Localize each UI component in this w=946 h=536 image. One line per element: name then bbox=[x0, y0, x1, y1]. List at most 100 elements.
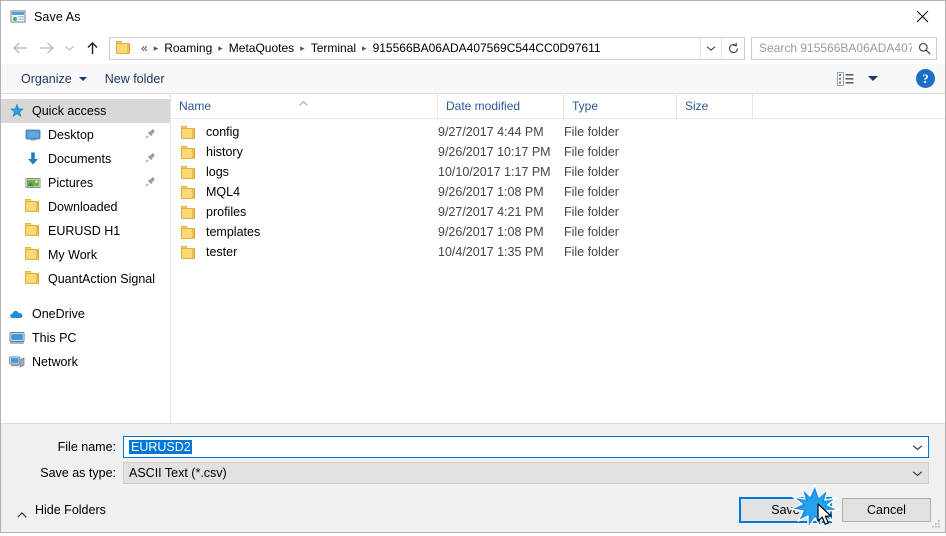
refresh-icon[interactable] bbox=[721, 37, 744, 59]
pin-icon[interactable] bbox=[145, 128, 156, 142]
sidebar-item-label: Downloaded bbox=[48, 200, 118, 214]
save-as-type-select[interactable]: ASCII Text (*.csv) bbox=[123, 462, 929, 484]
table-row[interactable]: tester 10/4/2017 1:35 PM File folder bbox=[171, 242, 945, 262]
folder-icon bbox=[25, 271, 41, 287]
column-header-date-modified[interactable]: Date modified bbox=[438, 94, 564, 118]
table-row[interactable]: templates 9/26/2017 1:08 PM File folder bbox=[171, 222, 945, 242]
organize-label: Organize bbox=[21, 71, 72, 86]
dialog-footer: Hide Folders Save Cancel bbox=[1, 488, 945, 532]
save-form: File name: EURUSD2 Save as type: ASCII T… bbox=[1, 424, 945, 488]
file-name-label: File name: bbox=[57, 440, 116, 454]
table-row[interactable]: logs 10/10/2017 1:17 PM File folder bbox=[171, 162, 945, 182]
column-header-size[interactable]: Size bbox=[677, 94, 753, 118]
file-name-cell: profiles bbox=[171, 205, 438, 219]
file-date-cell: 9/27/2017 4:21 PM bbox=[438, 205, 544, 219]
file-date-cell: 9/26/2017 1:08 PM bbox=[438, 225, 544, 239]
cancel-button[interactable]: Cancel bbox=[842, 498, 931, 522]
organize-button[interactable]: Organize bbox=[15, 69, 93, 89]
column-header-label: Date modified bbox=[446, 99, 521, 113]
sidebar-item-label: Quick access bbox=[32, 104, 107, 118]
back-arrow-icon[interactable] bbox=[7, 35, 33, 61]
sidebar-item-eurusd-h1[interactable]: EURUSD H1 bbox=[1, 219, 170, 243]
folder-icon bbox=[25, 223, 41, 239]
save-as-type-value: ASCII Text (*.csv) bbox=[129, 466, 227, 480]
pin-icon[interactable] bbox=[145, 152, 156, 166]
breadcrumb-item-3[interactable]: 915566BA06ADA407569C544CC0D97611 bbox=[370, 40, 604, 56]
breadcrumb-overflow[interactable]: « bbox=[136, 40, 151, 56]
chevron-down-icon[interactable] bbox=[906, 463, 928, 483]
sidebar-item-pictures[interactable]: Pictures bbox=[1, 171, 170, 195]
column-header-label: Size bbox=[685, 99, 709, 113]
navigation-sidebar: Quick access Desktop Documents Pictures … bbox=[1, 94, 171, 423]
file-name-label: history bbox=[206, 145, 243, 159]
file-type-cell: File folder bbox=[564, 145, 619, 159]
address-dropdown-icon[interactable] bbox=[700, 37, 721, 59]
column-header-label: Name bbox=[179, 99, 212, 113]
resize-grip-icon[interactable] bbox=[930, 518, 941, 529]
breadcrumb-separator-icon: ▸ bbox=[153, 42, 159, 53]
view-options-button[interactable] bbox=[831, 68, 884, 90]
file-date-cell: 9/26/2017 1:08 PM bbox=[438, 185, 544, 199]
this-pc-icon bbox=[9, 330, 25, 346]
table-row[interactable]: MQL4 9/26/2017 1:08 PM File folder bbox=[171, 182, 945, 202]
search-input[interactable]: Search 915566BA06ADA40756... bbox=[751, 36, 937, 60]
breadcrumb-item-2[interactable]: Terminal bbox=[308, 40, 359, 56]
sidebar-item-label: QuantAction Signal bbox=[48, 272, 156, 286]
breadcrumb-item-1[interactable]: MetaQuotes bbox=[226, 40, 297, 56]
file-name-cell: history bbox=[171, 145, 438, 159]
sidebar-item-this-pc[interactable]: This PC bbox=[1, 326, 170, 350]
sidebar-item-my-work[interactable]: My Work bbox=[1, 243, 170, 267]
close-icon[interactable] bbox=[899, 1, 945, 31]
hide-folders-button[interactable]: Hide Folders bbox=[11, 499, 112, 521]
file-type-cell: File folder bbox=[564, 205, 619, 219]
file-name-input[interactable]: EURUSD2 bbox=[123, 436, 929, 458]
file-type-cell: File folder bbox=[564, 125, 619, 139]
sidebar-item-label: Documents bbox=[48, 152, 112, 166]
file-name-cell: tester bbox=[171, 245, 438, 259]
sidebar-item-quantaction-signal[interactable]: QuantAction Signal bbox=[1, 267, 170, 291]
file-name-label: logs bbox=[206, 165, 229, 179]
breadcrumb-separator-icon: ▸ bbox=[362, 42, 367, 53]
table-row[interactable]: profiles 9/27/2017 4:21 PM File folder bbox=[171, 202, 945, 222]
file-name-label: config bbox=[206, 125, 240, 139]
sidebar-item-network[interactable]: Network bbox=[1, 350, 170, 374]
sidebar-item-quick-access[interactable]: Quick access bbox=[1, 99, 170, 123]
search-placeholder: Search 915566BA06ADA40756... bbox=[759, 41, 912, 55]
column-header-type[interactable]: Type bbox=[564, 94, 677, 118]
recent-locations-icon[interactable] bbox=[59, 35, 79, 61]
folder-icon bbox=[25, 247, 41, 263]
breadcrumb-separator-icon: ▸ bbox=[218, 42, 223, 53]
folder-icon bbox=[181, 145, 197, 159]
save-as-type-row: Save as type: ASCII Text (*.csv) bbox=[1, 462, 945, 484]
breadcrumb-item-0[interactable]: Roaming bbox=[161, 40, 215, 56]
file-name-label: templates bbox=[206, 225, 261, 239]
desktop-icon bbox=[25, 127, 41, 143]
folder-icon bbox=[181, 245, 197, 259]
sidebar-item-desktop[interactable]: Desktop bbox=[1, 123, 170, 147]
column-header-name[interactable]: Name bbox=[171, 94, 438, 118]
folder-icon bbox=[116, 41, 132, 55]
sidebar-item-label: Network bbox=[32, 355, 78, 369]
folder-icon bbox=[181, 225, 197, 239]
file-rows: config 9/27/2017 4:44 PM File folder his… bbox=[171, 119, 945, 423]
forward-arrow-icon[interactable] bbox=[33, 35, 59, 61]
save-as-type-label: Save as type: bbox=[40, 466, 116, 480]
up-arrow-icon[interactable] bbox=[79, 35, 105, 61]
table-row[interactable]: history 9/26/2017 10:17 PM File folder bbox=[171, 142, 945, 162]
sidebar-item-label: OneDrive bbox=[32, 307, 85, 321]
sidebar-item-documents[interactable]: Documents bbox=[1, 147, 170, 171]
file-name-cell: MQL4 bbox=[171, 185, 438, 199]
sidebar-item-onedrive[interactable]: OneDrive bbox=[1, 302, 170, 326]
address-bar[interactable]: « ▸ Roaming ▸ MetaQuotes ▸ Terminal ▸ 91… bbox=[109, 36, 745, 60]
chevron-down-icon[interactable] bbox=[906, 437, 928, 457]
new-folder-button[interactable]: New folder bbox=[99, 69, 171, 89]
pin-icon[interactable] bbox=[145, 176, 156, 190]
help-button[interactable]: ? bbox=[916, 69, 935, 88]
table-row[interactable]: config 9/27/2017 4:44 PM File folder bbox=[171, 122, 945, 142]
file-name-cell: logs bbox=[171, 165, 438, 179]
save-button[interactable]: Save bbox=[739, 497, 832, 523]
sidebar-item-downloaded[interactable]: Downloaded bbox=[1, 195, 170, 219]
search-icon[interactable] bbox=[912, 42, 936, 55]
file-type-cell: File folder bbox=[564, 225, 619, 239]
